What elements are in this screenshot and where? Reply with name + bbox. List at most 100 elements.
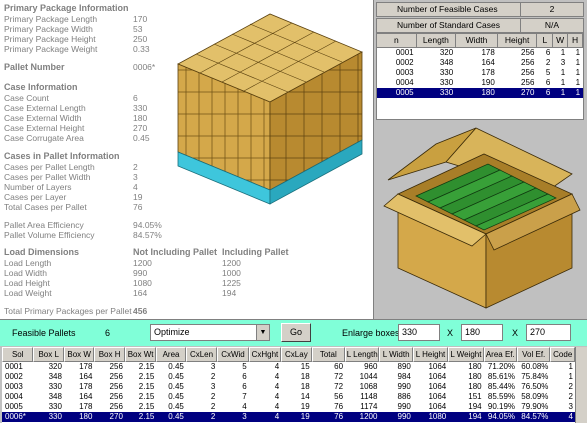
pallet-grid-col-header[interactable]: Area [156,347,186,362]
pallet-grid-cell: 3 [568,402,573,411]
pallet-grid-cell: 4 [242,402,247,411]
enlarge-boxes-label: Enlarge boxes [342,328,400,338]
times-x-2: X [512,328,519,338]
pallet-grid-row[interactable]: 0003 330 178 256 2.15 0.45 3 6 4 18 72 1068 990 1064 1… [2,382,575,392]
case-grid-row[interactable]: 0005 330 180 270 6 1 1 [377,88,583,98]
case-col-height[interactable]: Height [497,34,538,48]
enlarge-height-input[interactable]: 270 [526,324,571,341]
case-col-length[interactable]: Length [416,34,457,48]
pallet-grid-row[interactable]: 0006* 330 180 270 2.15 0.45 2 3 4 19 76 1200 990 1080… [2,412,575,422]
pallet-grid-col-header[interactable]: Box W [63,347,95,362]
pallet-area-efficiency-value: 94.05% [133,220,162,230]
pallet-grid-col-header[interactable]: Box H [94,347,125,362]
pallet-grid-cell: 151 [468,392,482,401]
cases-in-pallet-heading: Cases in Pallet Information [4,151,120,161]
pallet-grid-col-header[interactable]: CxLay [281,347,312,362]
case-grid-row[interactable]: 0004 330 190 256 6 1 1 [377,78,583,88]
primary-weight-value: 0.33 [133,44,150,54]
pallet-grid-col-header[interactable]: L Width [379,347,413,362]
pallet-grid-cell: 2 [210,392,216,401]
pallet-grid-row[interactable]: 0004 348 164 256 2.15 0.45 2 7 4 14 56 1148 886 1064 1… [2,392,575,402]
pallet-grid-cell: 0003 [5,382,23,391]
case-col-n[interactable]: n [377,34,417,48]
primary-length-value: 170 [133,14,148,24]
pallet-grid-row[interactable]: 0002 348 164 256 2.15 0.45 2 6 4 18 72 1044 984 1064 1… [2,372,575,382]
pallet-grid-col-header[interactable]: Total [311,347,346,362]
pallet-grid-cell: 990 [397,382,411,391]
load-width-label: Load Width [4,268,47,278]
pallet-grid-col-header[interactable]: Box Wt [124,347,157,362]
summary-table: Number of Feasible Cases 2 Number of Sta… [376,2,584,34]
pallet-grid-row[interactable]: 0001 320 178 256 2.15 0.45 3 5 4 15 60 960 890 1064 18… [2,362,575,372]
pallet-grid-cell: 180 [79,412,93,421]
case-grid-row[interactable]: 0001 320 178 256 6 1 1 [377,48,583,58]
pallet-grid-cell: 4 [274,382,280,391]
pallet-grid-cell: 1174 [360,402,378,411]
case-col-width[interactable]: Width [456,34,498,48]
pallet-grid-cell: 348 [48,392,62,401]
pallet-grid-cell: 960 [364,362,378,371]
case-grid-row[interactable]: 0002 348 164 256 2 3 1 [377,58,583,68]
case-grid[interactable]: n Length Width Height L W H 0001 320 178 25… [376,33,584,120]
pallet-grid-col-header[interactable]: Area Ef. [483,347,518,362]
pallet-grid-col-header[interactable]: Vol Ef. [517,347,551,362]
case-grid-cell: 164 [481,58,495,67]
pallet-grid-cell: 58.09% [521,392,549,401]
case-grid-body: 0001 320 178 256 6 1 1 0002 348 164 256 2 3 1 0003 330 1… [377,48,583,98]
times-x-1: X [447,328,454,338]
pallet-grid-cell: 890 [397,362,411,371]
case-grid-cell: 6 [545,48,551,57]
pallet-grid-col-header[interactable]: Box L [33,347,64,362]
go-button[interactable]: Go [281,323,311,342]
total-cases-label: Total Cases per Pallet [4,202,87,212]
method-select[interactable]: Optimize ▼ [150,324,270,341]
case-grid-cell: 0002 [395,58,414,67]
load-width-v1: 990 [133,268,148,278]
load-height-v1: 1080 [133,278,152,288]
case-col-h[interactable]: H [568,34,583,48]
pallet-grid-cell: 2 [210,372,216,381]
pallet-grid-cell: 18 [300,382,310,391]
pallet-grid-cell: 85.61% [487,372,516,381]
case-grid-cell: 0005 [395,88,414,97]
pallet-grid-cell: 256 [109,382,123,391]
pallet-grid-cell: 5 [242,362,247,371]
pallet-grid-body: 0001 320 178 256 2.15 0.45 3 5 4 15 60 960 890 1064 18… [2,362,575,422]
pallet-grid-cell: 4 [274,392,280,401]
pallet-grid-col-header[interactable]: L Height [412,347,449,362]
pallet-grid-row[interactable]: 0005 330 178 256 2.15 0.45 2 4 4 19 76 1174 990 1064 1… [2,402,575,412]
case-grid-cell: 0004 [395,78,414,87]
pallet-grid-cell: 1064 [428,362,447,371]
bottom-panel: Feasible Pallets 6 Optimize ▼ Go Enlarge… [0,319,587,423]
primary-width-label: Primary Package Width [4,24,93,34]
pallet-grid-cell: 2 [568,382,573,391]
case-grid-cell: 3 [560,58,566,67]
case-grid-row[interactable]: 0003 330 178 256 5 1 1 [377,68,583,78]
case-grid-cell: 178 [481,48,495,57]
pallet-grid-col-header[interactable]: Sol [2,347,34,362]
pallet-grid-cell: 256 [109,362,123,371]
enlarge-width-input[interactable]: 180 [461,324,503,341]
pallet-grid-col-header[interactable]: CxHght [248,347,282,362]
case-col-l[interactable]: L [537,34,554,48]
cases-per-width-value: 3 [133,172,138,182]
pallet-grid-scrollbar[interactable] [575,347,587,423]
pallet-grid-header: Sol Box L Box W Box H Box Wt Area CxLen CxWid Cx… [2,347,576,362]
case-grid-cell: 1 [560,88,566,97]
case-count-value: 6 [133,93,138,103]
pallet-grid-cell: 4 [274,362,280,371]
pallet-grid-col-header[interactable]: L Weight [448,347,484,362]
pallet-grid-col-header[interactable]: CxWid [217,347,249,362]
pallet-grid-cell: 1 [568,362,573,371]
pallet-grid-cell: 330 [48,412,62,421]
pallet-grid-cell: 1148 [360,392,378,401]
pallet-grid-col-header[interactable]: CxLen [185,347,218,362]
pallet-grid-col-header[interactable]: Code [550,347,576,362]
standard-cases-label: Number of Standard Cases [377,19,521,32]
pallet-grid[interactable]: Sol Box L Box W Box H Box Wt Area CxLen CxWid Cx… [2,347,576,423]
pallet-grid-col-header[interactable]: L Length [345,347,380,362]
chevron-down-icon[interactable]: ▼ [256,325,269,340]
case-col-w[interactable]: W [553,34,569,48]
load-weight-v2: 194 [222,288,237,298]
enlarge-length-input[interactable]: 330 [398,324,440,341]
